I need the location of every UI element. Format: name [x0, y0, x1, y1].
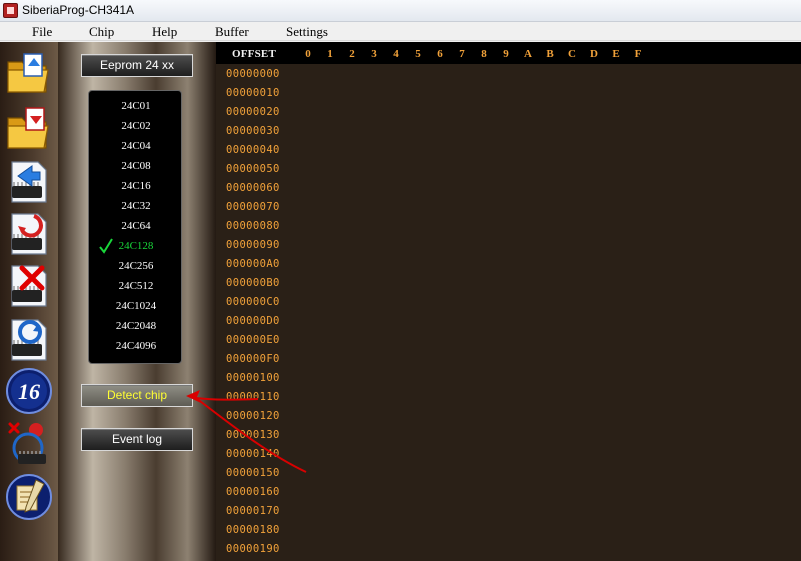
row-offset: 00000170 — [226, 505, 280, 517]
column-label: 7 — [459, 48, 465, 60]
row-offset: 00000180 — [226, 524, 280, 536]
erase-chip-icon[interactable] — [4, 260, 54, 310]
chip-item[interactable]: 24C04 — [89, 137, 183, 155]
row-offset: 00000190 — [226, 543, 280, 555]
chip-item-selected[interactable]: 24C128 — [89, 237, 183, 255]
tool-strip: 16 — [0, 42, 58, 561]
edit-scroll-icon[interactable] — [4, 472, 54, 522]
hex-header: OFFSET 0 1 2 3 4 5 6 7 8 9 A B C D E F — [216, 46, 801, 64]
column-label: 6 — [437, 48, 443, 60]
event-log-button[interactable]: Event log — [81, 428, 193, 451]
window-title: SiberiaProg-CH341A — [22, 3, 135, 17]
title-bar: SiberiaProg-CH341A — [0, 0, 801, 22]
row-offset: 00000000 — [226, 68, 280, 80]
column-label: 1 — [327, 48, 333, 60]
main-area: 16 Eeprom 24 xx 24C01 24C02 24C04 24C08 … — [0, 42, 801, 561]
hex-buffer-view[interactable]: OFFSET 0 1 2 3 4 5 6 7 8 9 A B C D E F 0… — [216, 42, 801, 561]
column-label: E — [612, 48, 620, 60]
row-offset: 00000140 — [226, 448, 280, 460]
menu-file[interactable]: File — [32, 24, 52, 40]
row-offset: 00000160 — [226, 486, 280, 498]
row-offset: 00000100 — [226, 372, 280, 384]
row-offset: 00000020 — [226, 106, 280, 118]
chip-item[interactable]: 24C4096 — [89, 337, 183, 355]
eeprom-family-button[interactable]: Eeprom 24 xx — [81, 54, 193, 77]
chip-item[interactable]: 24C02 — [89, 117, 183, 135]
app-icon — [3, 3, 18, 18]
column-label: B — [546, 48, 554, 60]
row-offset: 00000080 — [226, 220, 280, 232]
menu-bar: File Chip Help Buffer Settings — [0, 22, 801, 41]
offset-label: OFFSET — [232, 48, 276, 60]
row-offset: 00000120 — [226, 410, 280, 422]
row-offset: 000000D0 — [226, 315, 280, 327]
row-offset: 000000A0 — [226, 258, 280, 270]
detect-chip-button[interactable]: Detect chip — [81, 384, 193, 407]
chip-item[interactable]: 24C08 — [89, 157, 183, 175]
chip-item[interactable]: 24C16 — [89, 177, 183, 195]
row-offset: 000000F0 — [226, 353, 280, 365]
column-label: 9 — [503, 48, 509, 60]
row-offset: 00000030 — [226, 125, 280, 137]
save-folder-icon[interactable] — [4, 104, 54, 154]
row-offset: 00000070 — [226, 201, 280, 213]
chip-item[interactable]: 24C1024 — [89, 297, 183, 315]
menu-settings[interactable]: Settings — [286, 24, 328, 40]
column-label: 4 — [393, 48, 399, 60]
write-chip-icon[interactable] — [4, 208, 54, 258]
row-offset: 000000B0 — [226, 277, 280, 289]
row-offset: 00000130 — [226, 429, 280, 441]
menu-help[interactable]: Help — [152, 24, 177, 40]
column-label: 0 — [305, 48, 311, 60]
column-label: 3 — [371, 48, 377, 60]
chip-item[interactable]: 24C32 — [89, 197, 183, 215]
column-label: 8 — [481, 48, 487, 60]
auto-program-icon[interactable] — [4, 418, 54, 468]
verify-chip-icon[interactable] — [4, 314, 54, 364]
row-offset: 00000090 — [226, 239, 280, 251]
chip-item[interactable]: 24C512 — [89, 277, 183, 295]
row-offset: 00000040 — [226, 144, 280, 156]
column-label: 5 — [415, 48, 421, 60]
hex-16-icon[interactable]: 16 — [4, 366, 54, 416]
chip-panel: Eeprom 24 xx 24C01 24C02 24C04 24C08 24C… — [58, 42, 216, 561]
column-label: A — [524, 48, 532, 60]
row-offset: 00000060 — [226, 182, 280, 194]
row-offset: 000000E0 — [226, 334, 280, 346]
menu-chip[interactable]: Chip — [89, 24, 114, 40]
hex-16-label: 16 — [18, 379, 40, 404]
column-label: C — [568, 48, 576, 60]
column-label: 2 — [349, 48, 355, 60]
check-icon — [99, 238, 113, 254]
row-offset: 00000050 — [226, 163, 280, 175]
row-offset: 00000010 — [226, 87, 280, 99]
chip-item[interactable]: 24C01 — [89, 97, 183, 115]
chip-item-label: 24C128 — [118, 240, 154, 252]
chip-item[interactable]: 24C2048 — [89, 317, 183, 335]
chip-item[interactable]: 24C64 — [89, 217, 183, 235]
column-label: D — [590, 48, 598, 60]
hex-grid[interactable]: 00000000 00000010 00000020 00000030 0000… — [216, 64, 801, 561]
read-chip-icon[interactable] — [4, 156, 54, 206]
row-offset: 000000C0 — [226, 296, 280, 308]
row-offset: 00000110 — [226, 391, 280, 403]
open-folder-icon[interactable] — [4, 48, 54, 98]
menu-buffer[interactable]: Buffer — [215, 24, 249, 40]
column-label: F — [634, 48, 642, 60]
chip-item[interactable]: 24C256 — [89, 257, 183, 275]
chip-list: 24C01 24C02 24C04 24C08 24C16 24C32 24C6… — [88, 90, 182, 364]
row-offset: 00000150 — [226, 467, 280, 479]
